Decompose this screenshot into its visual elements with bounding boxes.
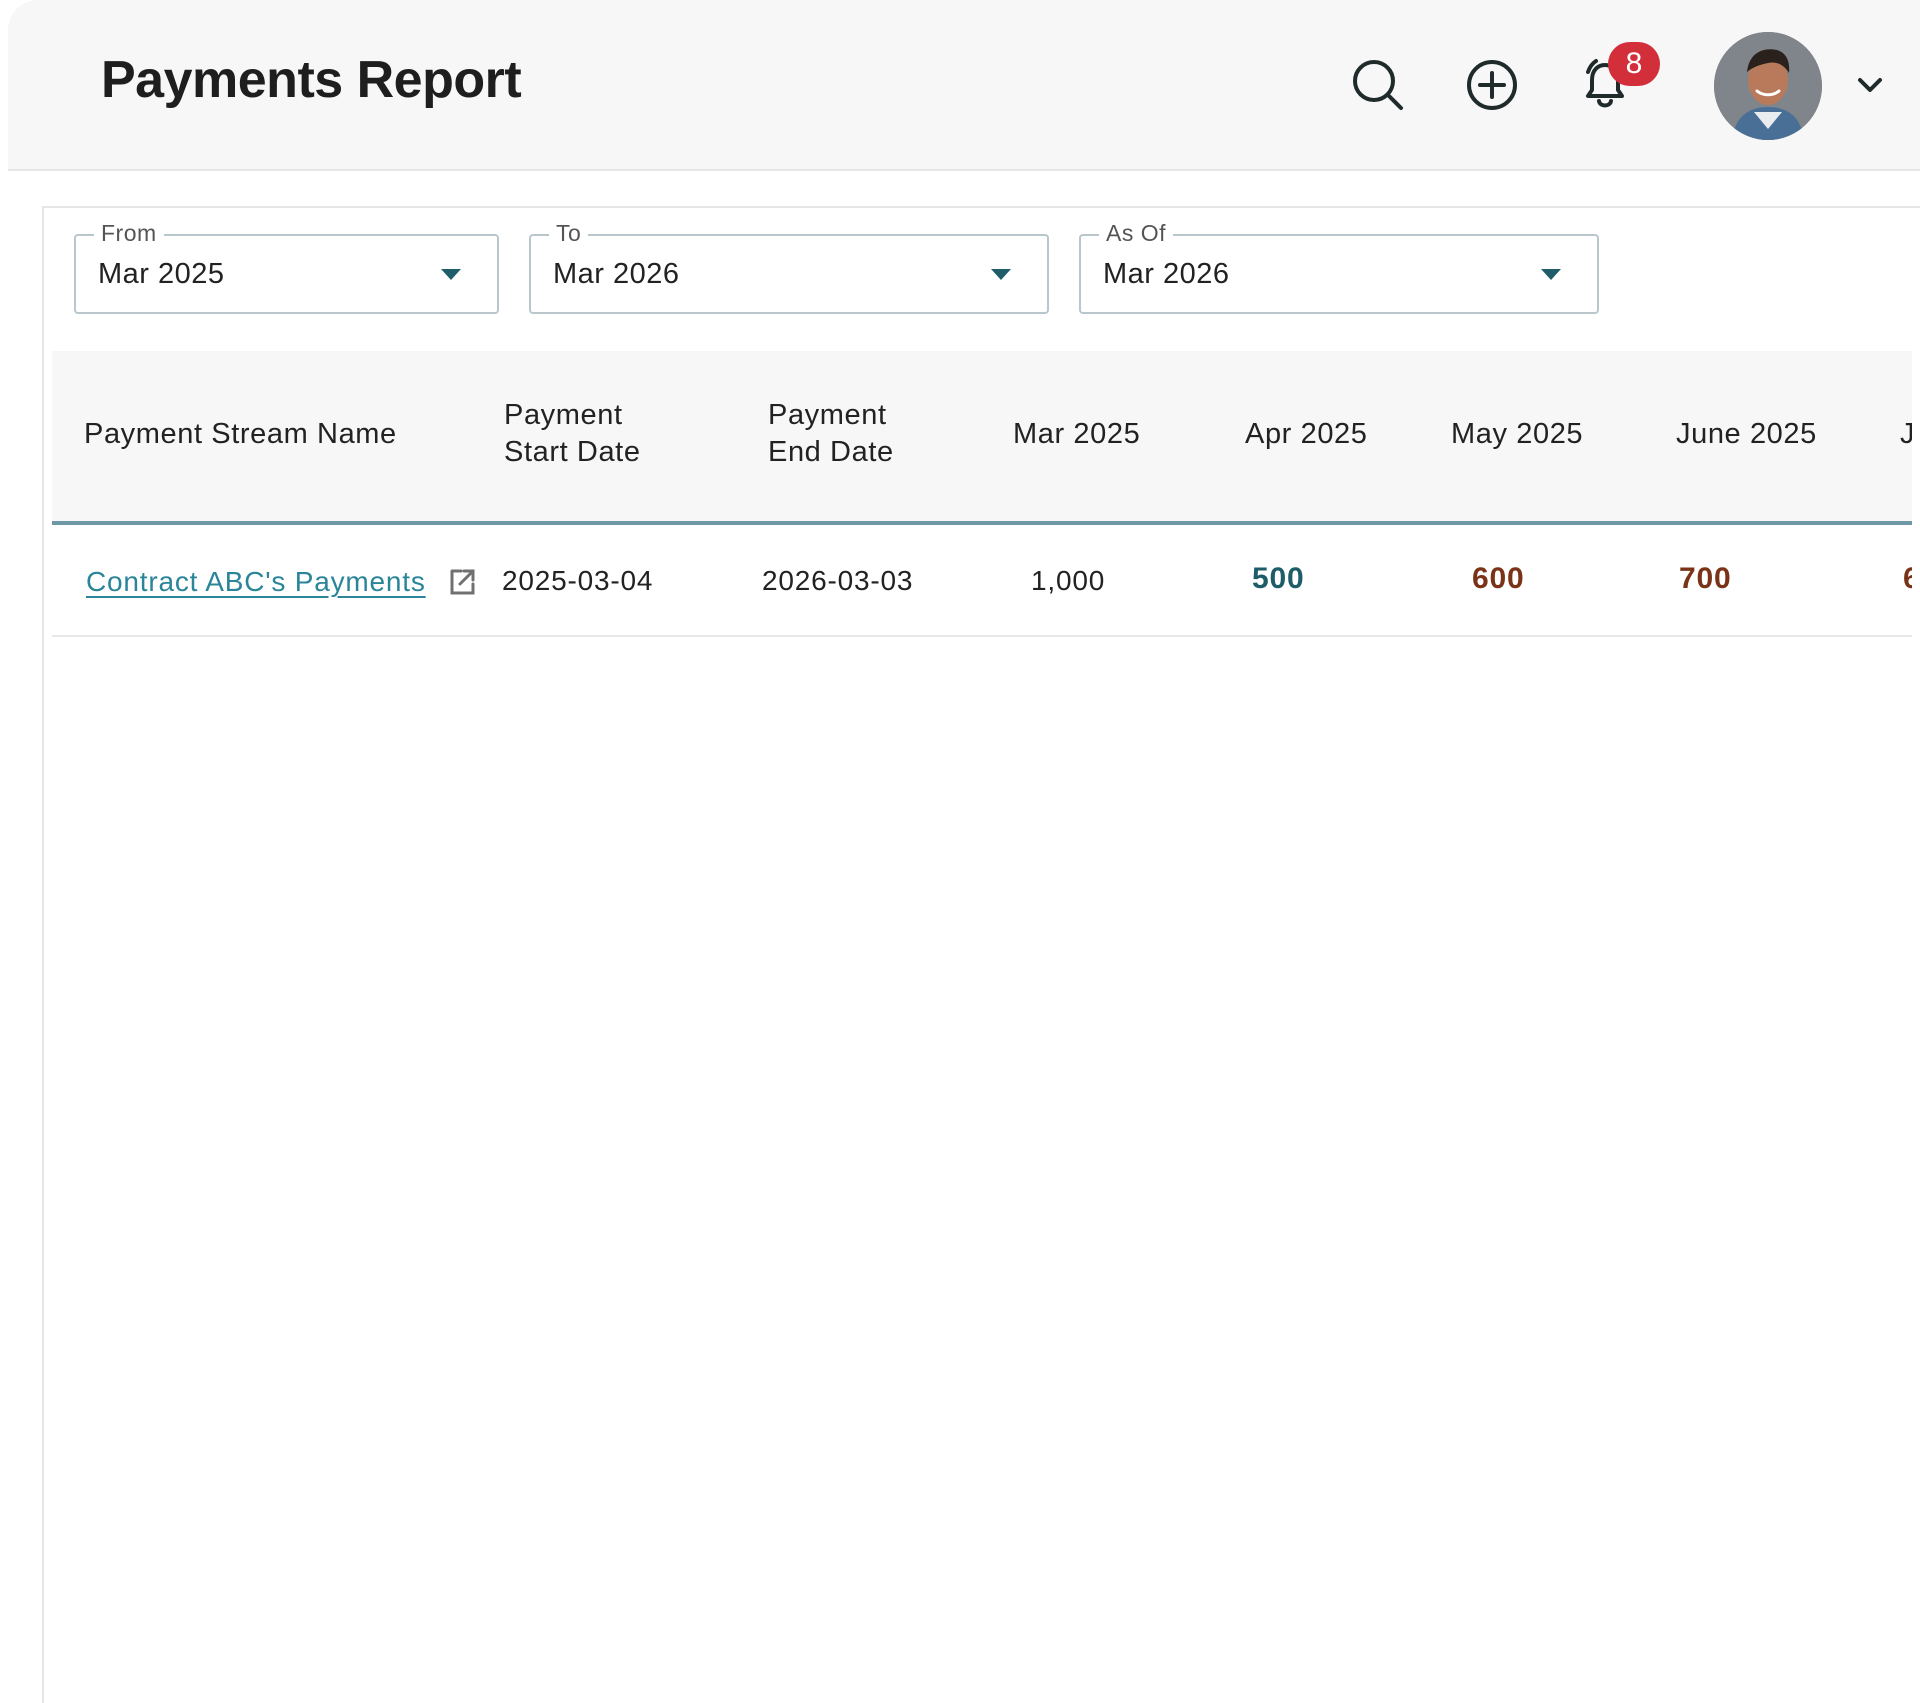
app-frame: Payments Report 8 From Mar 2025 To Mar 2…	[8, 0, 1920, 1703]
table-header: Payment Stream Name Payment Start Date P…	[52, 351, 1912, 525]
column-header-partial: J	[1900, 418, 1912, 450]
open-in-new-icon[interactable]	[446, 566, 478, 598]
payments-table: Payment Stream Name Payment Start Date P…	[52, 351, 1912, 1703]
report-panel: From Mar 2025 To Mar 2026 As Of Mar 2026…	[42, 206, 1920, 1703]
to-label: To	[549, 220, 589, 247]
top-header: Payments Report 8	[8, 0, 1920, 171]
june-2025-value-cell: 700	[1679, 562, 1732, 595]
chevron-down-icon	[1858, 78, 1882, 92]
column-header-apr-2025: Apr 2025	[1245, 418, 1368, 450]
column-header-line: End Date	[768, 436, 894, 468]
dropdown-arrow-icon	[991, 269, 1011, 280]
dropdown-arrow-icon	[1541, 269, 1561, 280]
to-value: Mar 2026	[553, 258, 680, 290]
as-of-value: Mar 2026	[1103, 258, 1230, 290]
account-menu-button[interactable]	[1840, 55, 1900, 115]
from-value: Mar 2025	[98, 258, 225, 290]
column-header-june-2025: June 2025	[1676, 418, 1817, 450]
user-avatar[interactable]	[1714, 32, 1822, 140]
add-button[interactable]	[1462, 55, 1522, 115]
mar-2025-value-cell: 1,000	[1031, 565, 1106, 596]
column-header-payment-start-date: Payment Start Date	[504, 397, 641, 471]
search-icon	[1353, 60, 1403, 110]
column-header-line: Payment	[504, 399, 623, 431]
column-header-mar-2025: Mar 2025	[1013, 418, 1141, 450]
to-date-select[interactable]: To Mar 2026	[529, 220, 1049, 314]
column-header-payment-end-date: Payment End Date	[768, 397, 894, 471]
may-2025-value-cell: 600	[1472, 562, 1525, 595]
next-month-value-cell: 6	[1903, 562, 1912, 596]
column-header-may-2025: May 2025	[1451, 418, 1584, 450]
column-header-line: Start Date	[504, 436, 641, 468]
start-date-cell: 2025-03-04	[502, 565, 654, 596]
from-date-select[interactable]: From Mar 2025	[74, 220, 499, 314]
payment-stream-link[interactable]: Contract ABC's Payments	[86, 566, 426, 598]
search-button[interactable]	[1348, 55, 1408, 115]
as-of-date-select[interactable]: As Of Mar 2026	[1079, 220, 1599, 314]
column-header-payment-stream-name: Payment Stream Name	[84, 418, 397, 450]
end-date-cell: 2026-03-03	[762, 565, 914, 596]
dropdown-arrow-icon	[441, 269, 461, 280]
as-of-label: As Of	[1099, 220, 1174, 247]
apr-2025-value-cell: 500	[1252, 562, 1305, 595]
add-circle-icon	[1467, 60, 1517, 110]
from-label: From	[94, 220, 164, 247]
user-photo-icon	[1714, 32, 1822, 140]
page-title: Payments Report	[101, 51, 522, 109]
column-header-line: Payment	[768, 399, 887, 431]
table-row: Contract ABC's Payments 2025-03-04 2026-…	[52, 525, 1912, 637]
notification-count-badge: 8	[1608, 42, 1660, 86]
